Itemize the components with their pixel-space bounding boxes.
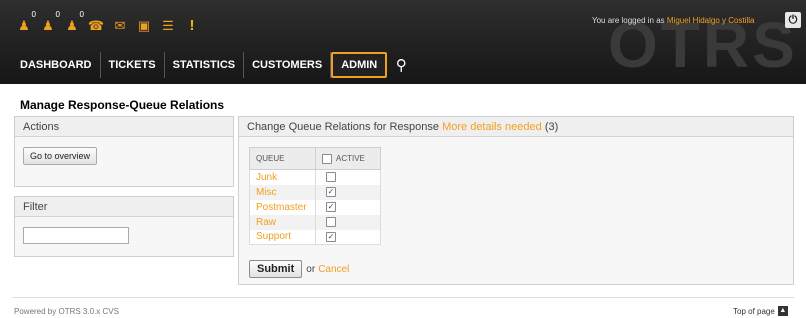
active-checkbox[interactable]: ✓ <box>326 231 336 242</box>
responsible-tickets-glyph: ♟ <box>66 17 78 33</box>
response-count: (3) <box>544 120 559 133</box>
actions-header: Actions <box>15 117 233 137</box>
locked-tickets-glyph: ♟ <box>18 17 30 33</box>
queue-view-icon[interactable]: ☰ <box>158 15 178 35</box>
filter-input[interactable] <box>23 227 129 244</box>
login-info: You are logged in as Miguel Hidalgo y Co… <box>592 16 754 25</box>
responsible-tickets-icon[interactable]: ♟ 0 <box>62 11 84 35</box>
queue-link[interactable]: Postmaster <box>256 202 307 213</box>
active-checkbox[interactable] <box>326 216 336 227</box>
top-of-page-link[interactable]: Top of page ▲ <box>733 306 788 316</box>
table-row: Postmaster ✓ <box>249 199 381 215</box>
powered-by: Powered by OTRS 3.0.x CVS <box>14 307 119 316</box>
nav-tickets[interactable]: TICKETS <box>101 52 165 78</box>
escalation-icon[interactable]: ! <box>182 15 202 35</box>
table-row: Raw <box>249 214 381 230</box>
nav-admin[interactable]: ADMIN <box>331 52 388 78</box>
go-to-overview-button[interactable]: Go to overview <box>23 147 98 165</box>
top-of-page-label: Top of page <box>733 306 775 316</box>
header-bar: OTRS ♟ 0 ♟ 0 ♟ 0 ☎ ✉ ▣ ☰ ! You are logge… <box>0 0 806 84</box>
relations-heading-prefix: Change Queue Relations for Response <box>247 120 440 133</box>
locked-tickets-icon[interactable]: ♟ 0 <box>14 11 36 35</box>
or-label: or <box>306 263 316 275</box>
filter-header: Filter <box>15 197 233 217</box>
response-name-link[interactable]: More details needed <box>442 121 542 133</box>
toolbar: ♟ 0 ♟ 0 ♟ 0 ☎ ✉ ▣ ☰ ! <box>14 11 206 36</box>
user-name-link[interactable]: Miguel Hidalgo y Costilla <box>667 16 755 25</box>
nav-customers[interactable]: CUSTOMERS <box>244 52 332 78</box>
column-header-active: ACTIVE <box>315 147 381 170</box>
process-ticket-icon[interactable]: ▣ <box>134 15 154 35</box>
login-prefix: You are logged in as <box>592 16 665 25</box>
watched-tickets-count: 0 <box>55 10 60 19</box>
table-row: Junk <box>249 169 381 185</box>
logout-icon[interactable]: ⏻ <box>785 12 801 28</box>
submit-button[interactable]: Submit <box>249 260 303 278</box>
phone-ticket-icon[interactable]: ☎ <box>86 15 106 35</box>
main-nav: DASHBOARD TICKETS STATISTICS CUSTOMERS A… <box>12 52 415 78</box>
relations-table: QUEUE ACTIVE Junk Misc ✓ Postmaster ✓ Ra… <box>249 147 381 245</box>
filter-box: Filter <box>14 196 234 257</box>
select-all-checkbox[interactable] <box>322 153 332 164</box>
nav-statistics[interactable]: STATISTICS <box>165 52 245 78</box>
queue-link[interactable]: Junk <box>256 172 277 183</box>
nav-dashboard[interactable]: DASHBOARD <box>12 52 101 78</box>
email-ticket-icon[interactable]: ✉ <box>110 15 130 35</box>
actions-box: Actions Go to overview <box>14 116 234 187</box>
watched-tickets-glyph: ♟ <box>42 17 54 33</box>
queue-link[interactable]: Misc <box>256 187 277 198</box>
queue-link[interactable]: Support <box>256 231 291 242</box>
locked-tickets-count: 0 <box>31 10 36 19</box>
table-header-row: QUEUE ACTIVE <box>249 147 381 170</box>
watched-tickets-icon[interactable]: ♟ 0 <box>38 11 60 35</box>
search-icon[interactable]: ⚲ <box>387 52 415 78</box>
active-checkbox[interactable]: ✓ <box>326 201 336 212</box>
column-header-active-label: ACTIVE <box>336 153 365 163</box>
column-header-queue: QUEUE <box>249 147 316 170</box>
cancel-link[interactable]: Cancel <box>318 264 349 275</box>
relations-box: Change Queue Relations for Response More… <box>238 116 794 285</box>
active-checkbox[interactable] <box>326 172 336 183</box>
arrow-up-icon: ▲ <box>777 306 788 316</box>
footer-divider <box>12 297 794 298</box>
active-checkbox[interactable]: ✓ <box>326 186 336 197</box>
responsible-tickets-count: 0 <box>79 10 84 19</box>
queue-link[interactable]: Raw <box>256 217 276 228</box>
table-row: Misc ✓ <box>249 184 381 200</box>
form-actions: Submit or Cancel <box>249 260 349 278</box>
relations-header: Change Queue Relations for Response More… <box>239 117 793 137</box>
page-title: Manage Response-Queue Relations <box>20 98 225 112</box>
table-row: Support ✓ <box>249 229 381 245</box>
